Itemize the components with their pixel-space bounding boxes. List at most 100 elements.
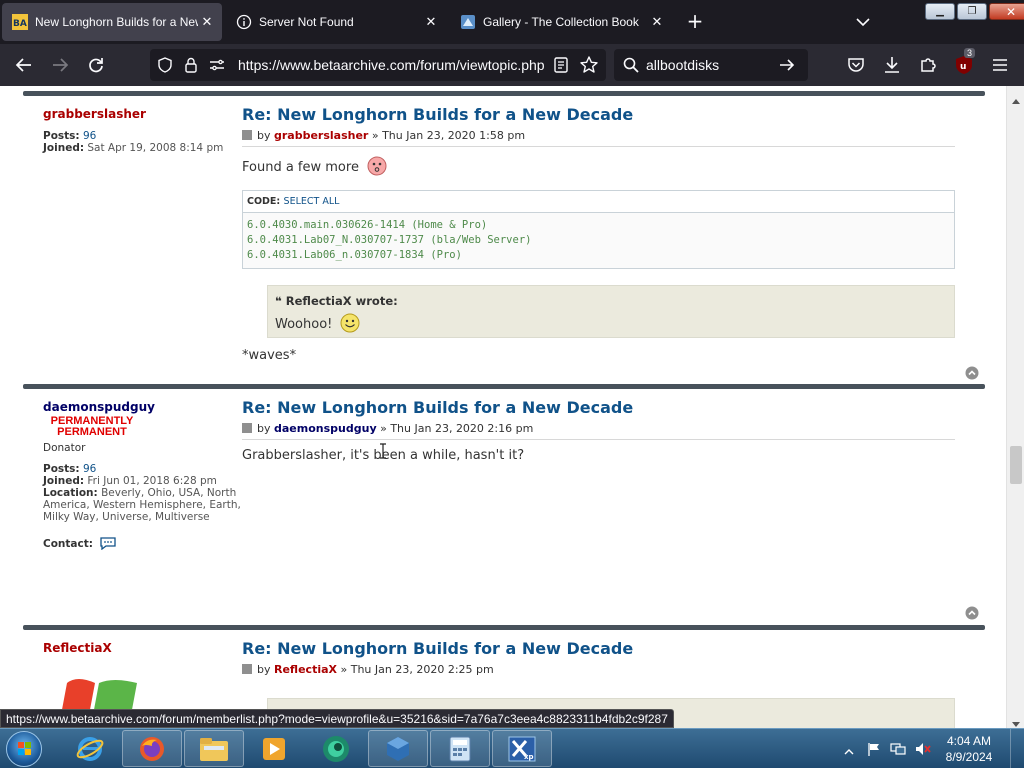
- quote-header: ❝ ReflectiaX wrote:: [275, 294, 398, 308]
- search-icon: [622, 56, 640, 78]
- post-author-name[interactable]: ReflectiaX: [43, 641, 112, 655]
- svg-text:u: u: [960, 62, 966, 72]
- volume-muted-icon[interactable]: [914, 741, 931, 757]
- taskbar-media-player[interactable]: [244, 730, 304, 767]
- post-body-intro: Found a few more: [242, 156, 387, 180]
- contact-speech-bubble-icon[interactable]: [99, 536, 117, 553]
- minimize-button[interactable]: ▁: [925, 3, 955, 20]
- joined-label: Joined:: [43, 475, 85, 487]
- forum-post: daemonspudguy PERMANENTLY PERMANENT Dona…: [23, 384, 985, 625]
- post-meta: by ReflectiaX » Thu Jan 23, 2020 2:25 pm: [242, 663, 494, 676]
- new-tab-plus-icon[interactable]: +: [684, 11, 706, 33]
- post-divider-bar: [23, 384, 985, 389]
- svg-text:BA: BA: [13, 19, 27, 29]
- post-author-name[interactable]: daemonspudguy: [43, 400, 155, 414]
- location-label: Location:: [43, 487, 98, 499]
- clock-time: 4:04 AM: [946, 734, 992, 748]
- post-icon[interactable]: [242, 130, 252, 140]
- posts-count[interactable]: 96: [83, 463, 96, 475]
- tab-new-longhorn-builds[interactable]: BA New Longhorn Builds for a New ✕: [2, 3, 222, 41]
- post-body-outro: *waves*: [242, 348, 297, 363]
- tracking-shield-icon[interactable]: [156, 56, 174, 78]
- action-center-flag-icon[interactable]: [866, 741, 882, 757]
- post-icon[interactable]: [242, 664, 252, 674]
- back-to-top-icon[interactable]: [965, 605, 979, 620]
- post-meta-author[interactable]: daemonspudguy: [274, 422, 377, 435]
- quote-author[interactable]: ReflectiaX wrote:: [286, 294, 398, 308]
- select-all-link[interactable]: SELECT ALL: [284, 196, 340, 207]
- taskbar-file-explorer[interactable]: [184, 730, 244, 767]
- hamburger-menu-icon[interactable]: [988, 53, 1012, 77]
- post-meta-author[interactable]: ReflectiaX: [274, 663, 337, 676]
- taskbar-calculator[interactable]: [430, 730, 490, 767]
- post-meta-author[interactable]: grabberslasher: [274, 129, 368, 142]
- bookmark-star-icon[interactable]: [579, 55, 599, 79]
- extensions-puzzle-icon[interactable]: [916, 53, 940, 77]
- search-input[interactable]: allbootdisks: [646, 57, 719, 73]
- by-label: by: [257, 422, 271, 435]
- reload-icon[interactable]: [84, 53, 108, 77]
- search-bar[interactable]: allbootdisks: [614, 49, 808, 81]
- show-desktop-button[interactable]: [1010, 729, 1024, 768]
- by-label: by: [257, 129, 271, 142]
- close-window-button[interactable]: ✕: [989, 3, 1024, 20]
- start-button[interactable]: [6, 731, 42, 767]
- chevron-down-icon[interactable]: [852, 12, 874, 32]
- post-header-divider: [242, 439, 955, 440]
- rank-title: Donator: [43, 442, 86, 454]
- lock-icon[interactable]: [182, 56, 200, 78]
- ublock-origin-icon[interactable]: u 3: [952, 48, 976, 77]
- author-profile-info: Posts: 96 Joined: Fri Jun 01, 2018 6:28 …: [43, 463, 243, 523]
- close-tab-icon[interactable]: ✕: [198, 13, 216, 31]
- reader-view-icon[interactable]: [552, 56, 570, 78]
- tab-gallery-collection-book[interactable]: Gallery - The Collection Book ✕: [450, 3, 672, 41]
- quote-body: Woohoo!: [275, 317, 333, 332]
- close-tab-icon[interactable]: ✕: [422, 13, 440, 31]
- post-header-divider: [242, 146, 955, 147]
- forward-arrow-icon[interactable]: [48, 53, 72, 77]
- post-author-name[interactable]: grabberslasher: [43, 107, 146, 121]
- taskbar-browser-globe[interactable]: [306, 730, 366, 767]
- quote-text: Woohoo!: [275, 313, 360, 337]
- permissions-icon[interactable]: [208, 56, 226, 78]
- back-to-top-icon[interactable]: [965, 365, 979, 380]
- scroll-up-arrow-icon[interactable]: [1011, 90, 1021, 109]
- post-title[interactable]: Re: New Longhorn Builds for a New Decade: [242, 398, 633, 417]
- posts-count[interactable]: 96: [83, 130, 96, 142]
- show-hidden-icons-arrow-icon[interactable]: [844, 742, 854, 761]
- system-clock[interactable]: 4:04 AM 8/9/2024: [938, 733, 1000, 765]
- folder-icon: [200, 737, 228, 761]
- media-player-icon: [263, 737, 285, 760]
- rank-badge: PERMANENTLY PERMANENT: [46, 416, 138, 438]
- close-tab-icon[interactable]: ✕: [648, 13, 666, 31]
- post-title[interactable]: Re: New Longhorn Builds for a New Decade: [242, 639, 633, 658]
- taskbar-windows-xp-mode[interactable]: xp: [492, 730, 552, 767]
- taskbar-virtualbox[interactable]: [368, 730, 428, 767]
- url-bar[interactable]: https://www.betaarchive.com/forum/viewto…: [150, 49, 606, 81]
- svg-text:xp: xp: [524, 753, 534, 761]
- contact-row: Contact:: [43, 536, 243, 553]
- post-date: » Thu Jan 23, 2020 1:58 pm: [371, 129, 526, 142]
- maximize-button[interactable]: ❐: [957, 3, 987, 20]
- post-meta: by daemonspudguy » Thu Jan 23, 2020 2:16…: [242, 422, 533, 435]
- taskbar-internet-explorer[interactable]: [60, 730, 120, 767]
- internet-explorer-icon: [76, 736, 104, 761]
- window-controls: ▁ ❐ ✕: [925, 3, 1024, 21]
- browser-toolbar: https://www.betaarchive.com/forum/viewto…: [0, 44, 1024, 86]
- taskbar-firefox[interactable]: [122, 730, 182, 767]
- tab-server-not-found[interactable]: Server Not Found ✕: [226, 3, 446, 41]
- post-icon[interactable]: [242, 423, 252, 433]
- scrollbar-thumb[interactable]: [1010, 446, 1022, 484]
- rank-line: PERMANENT: [57, 426, 127, 438]
- text-cursor-icon: [379, 443, 387, 463]
- downloads-icon[interactable]: [880, 53, 904, 77]
- page-scrollbar[interactable]: [1006, 86, 1024, 728]
- code-label: CODE:: [247, 196, 281, 207]
- search-go-arrow-icon[interactable]: [778, 56, 796, 78]
- virtualbox-icon: [387, 736, 409, 761]
- post-meta: by grabberslasher » Thu Jan 23, 2020 1:5…: [242, 129, 525, 142]
- back-arrow-icon[interactable]: [12, 53, 36, 77]
- network-icon[interactable]: [890, 741, 906, 757]
- post-title[interactable]: Re: New Longhorn Builds for a New Decade: [242, 105, 633, 124]
- pocket-icon[interactable]: [844, 53, 868, 77]
